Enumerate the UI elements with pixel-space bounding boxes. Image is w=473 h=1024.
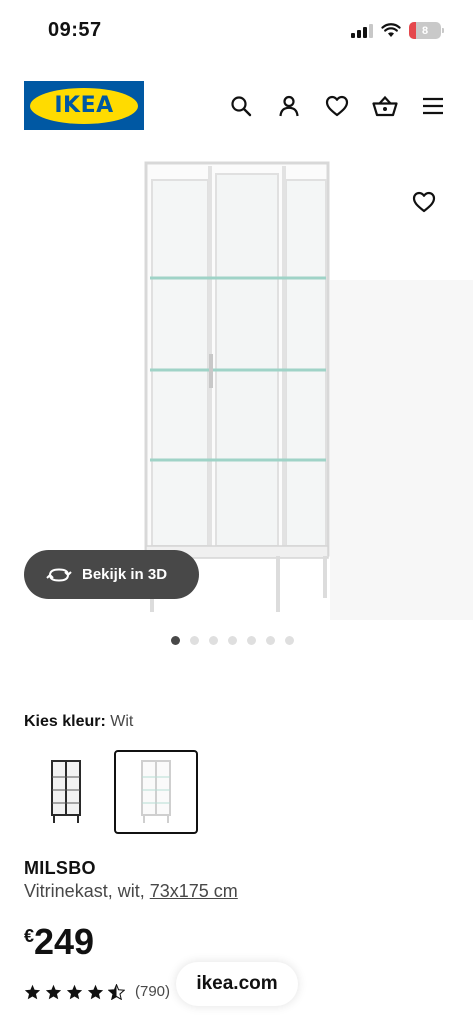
- product-price: € 249: [24, 922, 94, 962]
- logo-text: IKEA: [54, 93, 114, 118]
- carousel-dot[interactable]: [209, 636, 218, 645]
- site-header: IKEA: [0, 80, 473, 132]
- view-in-3d-label: Bekijk in 3D: [82, 566, 168, 583]
- wifi-icon: [381, 23, 401, 37]
- star-icon: [87, 984, 104, 999]
- carousel-dot[interactable]: [228, 636, 237, 645]
- view-in-3d-button[interactable]: Bekijk in 3D: [24, 550, 199, 599]
- product-rating[interactable]: (790): [24, 983, 170, 1000]
- carousel-dot[interactable]: [247, 636, 256, 645]
- colour-value: Wit: [110, 713, 134, 730]
- browser-domain-pill[interactable]: ikea.com: [176, 962, 298, 1006]
- logo-oval: IKEA: [30, 87, 138, 124]
- black-cabinet-thumbnail: [51, 760, 81, 823]
- colour-swatch-black[interactable]: [24, 750, 108, 834]
- basket-icon[interactable]: [369, 90, 401, 122]
- carousel-dot[interactable]: [266, 636, 275, 645]
- colour-selector-label: Kies kleur: Wit: [24, 713, 133, 731]
- carousel-dots: [0, 636, 473, 645]
- price-currency: €: [24, 926, 35, 946]
- colour-label: Kies kleur:: [24, 713, 106, 730]
- half-star-icon: [108, 983, 125, 1000]
- star-icon: [24, 984, 41, 999]
- product-type: Vitrinekast, wit,: [24, 881, 150, 901]
- favourite-button[interactable]: [405, 183, 443, 221]
- review-count: (790): [135, 983, 171, 1000]
- battery-level: 8: [421, 24, 429, 37]
- carousel-dot[interactable]: [190, 636, 199, 645]
- colour-swatch-white[interactable]: [114, 750, 198, 834]
- carousel-dot[interactable]: [285, 636, 294, 645]
- menu-icon[interactable]: [417, 90, 449, 122]
- header-icons: [225, 90, 449, 122]
- status-icons: 8: [351, 22, 444, 39]
- carousel-dot[interactable]: [171, 636, 180, 645]
- ikea-logo[interactable]: IKEA: [24, 81, 144, 130]
- product-description: Vitrinekast, wit, 73x175 cm: [24, 881, 238, 902]
- product-image-carousel[interactable]: Bekijk in 3D: [0, 150, 473, 640]
- star-icon: [66, 984, 83, 999]
- signal-icon: [351, 23, 373, 38]
- product-name: MILSBO: [24, 858, 96, 878]
- heart-icon: [412, 191, 436, 213]
- product-size-link[interactable]: 73x175 cm: [150, 881, 238, 901]
- hero-backdrop: [330, 280, 473, 620]
- browser-domain: ikea.com: [196, 973, 278, 994]
- battery-icon: 8: [409, 22, 444, 39]
- status-bar: 09:57 8: [0, 0, 473, 62]
- price-amount: 249: [34, 921, 95, 962]
- user-icon[interactable]: [273, 90, 305, 122]
- white-cabinet-thumbnail: [141, 760, 171, 823]
- status-time: 09:57: [48, 19, 102, 41]
- heart-icon[interactable]: [321, 90, 353, 122]
- search-icon[interactable]: [225, 90, 257, 122]
- star-icon: [45, 984, 62, 999]
- rotate-3d-icon: [46, 567, 72, 582]
- product-image: [144, 161, 330, 612]
